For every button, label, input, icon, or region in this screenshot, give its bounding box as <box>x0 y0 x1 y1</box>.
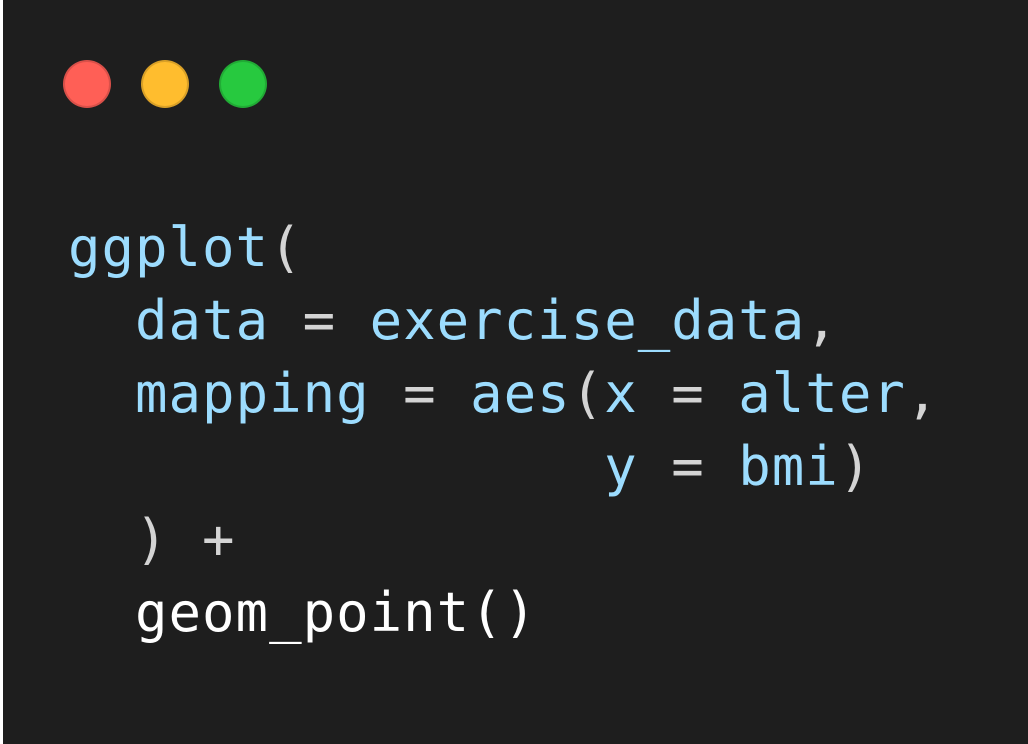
code-token-punctuation <box>68 362 135 425</box>
code-token-identifier: mapping <box>135 362 370 425</box>
code-token-identifier: bmi <box>738 435 839 498</box>
code-token-punctuation <box>68 289 135 352</box>
code-token-identifier: alter <box>738 362 906 425</box>
close-button[interactable] <box>63 60 111 108</box>
code-token-punctuation: = <box>637 362 739 425</box>
code-token-identifier: y <box>604 435 638 498</box>
code-token-punctuation: , <box>905 362 940 425</box>
code-token-punctuation: = <box>269 289 370 352</box>
code-token-punctuation <box>68 435 604 498</box>
code-token-identifier: exercise_data <box>369 289 806 352</box>
code-line: data = exercise_data, <box>68 284 939 357</box>
code-window: ggplot( data = exercise_data, mapping = … <box>3 0 1028 744</box>
code-token-punctuation: ) + <box>68 508 236 571</box>
code-token-function-plain: geom_point() <box>68 581 538 644</box>
code-token-identifier: ggplot <box>68 216 270 279</box>
code-block: ggplot( data = exercise_data, mapping = … <box>68 211 939 649</box>
code-token-identifier: aes <box>470 362 571 425</box>
code-token-punctuation: , <box>805 289 839 352</box>
code-line: y = bmi) <box>68 430 939 503</box>
code-token-identifier: x <box>604 362 638 425</box>
code-token-punctuation: ) <box>838 435 873 498</box>
code-line: geom_point() <box>68 576 939 649</box>
code-token-punctuation: = <box>369 362 471 425</box>
code-token-punctuation: = <box>637 435 739 498</box>
code-line: ) + <box>68 503 939 576</box>
code-line: mapping = aes(x = alter, <box>68 357 939 430</box>
code-line: ggplot( <box>68 211 939 284</box>
code-token-punctuation: ( <box>570 362 605 425</box>
maximize-button[interactable] <box>219 60 267 108</box>
window-controls <box>63 60 267 108</box>
code-token-identifier: data <box>135 289 270 352</box>
minimize-button[interactable] <box>141 60 189 108</box>
code-token-punctuation: ( <box>269 216 303 279</box>
